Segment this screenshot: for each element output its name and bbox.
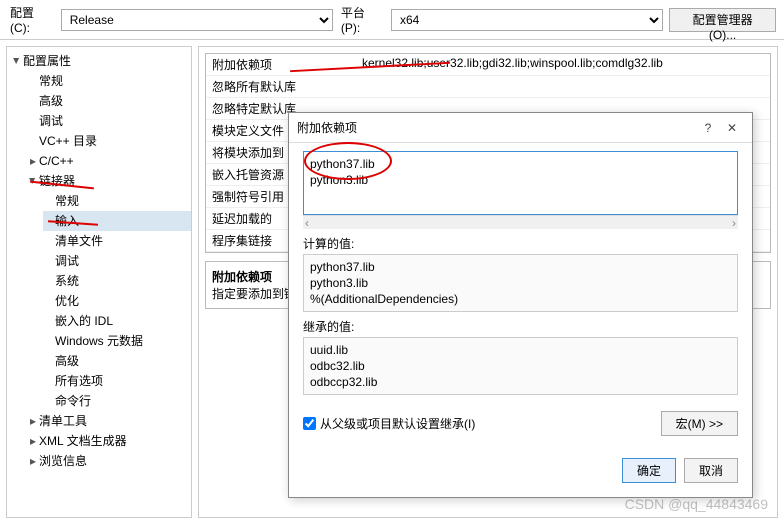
tree-item-label: 调试 xyxy=(39,114,63,128)
inherit-checkbox-label: 从父级或项目默认设置继承(I) xyxy=(320,415,475,432)
tree-item-label: XML 文档生成器 xyxy=(39,434,127,448)
tree-item-label: 输入 xyxy=(55,214,79,228)
property-value[interactable] xyxy=(356,76,770,97)
cancel-button[interactable]: 取消 xyxy=(684,458,738,483)
dialog-body: python37.libpython3.lib ‹› 计算的值: python3… xyxy=(289,143,752,403)
property-name: 忽略所有默认库 xyxy=(206,76,356,97)
tree-item[interactable]: 所有选项 xyxy=(43,371,191,391)
property-tree: 配置属性常规高级调试VC++ 目录C/C++链接器常规输入清单文件调试系统优化嵌… xyxy=(7,51,191,471)
computed-label: 计算的值: xyxy=(303,235,738,252)
tree-item-label: 高级 xyxy=(55,354,79,368)
expand-icon[interactable] xyxy=(27,411,39,431)
tree-item[interactable]: 清单工具 xyxy=(27,411,191,431)
tree-item-label: C/C++ xyxy=(39,154,74,168)
tree-item-label: 优化 xyxy=(55,294,79,308)
dialog-buttons: 确定 取消 xyxy=(289,450,752,497)
tree-item[interactable]: 调试 xyxy=(27,111,191,131)
tree-item-label: Windows 元数据 xyxy=(55,334,143,348)
tree-item-label: 系统 xyxy=(55,274,79,288)
inherit-checkbox[interactable] xyxy=(303,417,316,430)
platform-select[interactable]: x64 xyxy=(391,9,663,31)
tree-item-label: 调试 xyxy=(55,254,79,268)
tree-item-label: 浏览信息 xyxy=(39,454,87,468)
tree-item-label: 链接器 xyxy=(39,174,75,188)
tree-item[interactable]: 高级 xyxy=(27,91,191,111)
dialog-title: 附加依赖项 xyxy=(297,119,696,136)
expand-icon[interactable] xyxy=(27,451,39,471)
expand-icon[interactable] xyxy=(27,171,39,191)
tree-item[interactable]: 系统 xyxy=(43,271,191,291)
list-item: odbccp32.lib xyxy=(310,374,731,390)
tree-item-label: 高级 xyxy=(39,94,63,108)
tree-item-label: 清单文件 xyxy=(55,234,103,248)
tree-item-label: 常规 xyxy=(39,74,63,88)
tree-item-label: 命令行 xyxy=(55,394,91,408)
expand-icon[interactable] xyxy=(27,151,39,171)
tree-item-label: 清单工具 xyxy=(39,414,87,428)
inherited-label: 继承的值: xyxy=(303,318,738,335)
list-item: uuid.lib xyxy=(310,342,731,358)
expand-icon[interactable] xyxy=(27,431,39,451)
property-row[interactable]: 附加依赖项kernel32.lib;user32.lib;gdi32.lib;w… xyxy=(206,54,770,76)
inherit-checkbox-row[interactable]: 从父级或项目默认设置继承(I) xyxy=(303,415,653,432)
tree-item[interactable]: 嵌入的 IDL xyxy=(43,311,191,331)
tree-root-label[interactable]: 配置属性 xyxy=(23,54,71,68)
config-select[interactable]: Release xyxy=(61,9,333,31)
tree-item-label: VC++ 目录 xyxy=(39,134,97,148)
tree-item[interactable]: 优化 xyxy=(43,291,191,311)
computed-values-box: python37.libpython3.lib%(AdditionalDepen… xyxy=(303,254,738,312)
inherited-values-box: uuid.libodbc32.libodbccp32.lib xyxy=(303,337,738,395)
tree-item[interactable]: 调试 xyxy=(43,251,191,271)
tree-item[interactable]: 清单文件 xyxy=(43,231,191,251)
deps-input-textarea[interactable]: python37.libpython3.lib xyxy=(303,151,738,215)
tree-item-label: 嵌入的 IDL xyxy=(55,314,113,328)
list-item: odbc32.lib xyxy=(310,358,731,374)
tree-item[interactable]: 常规 xyxy=(27,71,191,91)
list-item: python37.lib xyxy=(310,156,731,172)
tree-item[interactable]: 输入 xyxy=(43,211,191,231)
tree-item[interactable]: 常规 xyxy=(43,191,191,211)
additional-deps-dialog: 附加依赖项 ? ✕ python37.libpython3.lib ‹› 计算的… xyxy=(288,112,753,498)
list-item: %(AdditionalDependencies) xyxy=(310,291,731,307)
config-manager-button[interactable]: 配置管理器(O)... xyxy=(669,8,776,32)
platform-label: 平台(P): xyxy=(339,4,385,35)
tree-item-label: 所有选项 xyxy=(55,374,103,388)
scrollbar-horizontal[interactable]: ‹› xyxy=(303,215,738,229)
tree-item[interactable]: 浏览信息 xyxy=(27,451,191,471)
ok-button[interactable]: 确定 xyxy=(622,458,676,483)
tree-panel[interactable]: 配置属性常规高级调试VC++ 目录C/C++链接器常规输入清单文件调试系统优化嵌… xyxy=(6,46,192,518)
expand-icon[interactable] xyxy=(11,51,23,71)
tree-item[interactable]: Windows 元数据 xyxy=(43,331,191,351)
tree-item-label: 常规 xyxy=(55,194,79,208)
tree-item[interactable]: C/C++ xyxy=(27,151,191,171)
property-value[interactable]: kernel32.lib;user32.lib;gdi32.lib;winspo… xyxy=(356,54,770,75)
tree-item[interactable]: 命令行 xyxy=(43,391,191,411)
close-icon[interactable]: ✕ xyxy=(720,121,744,135)
help-icon[interactable]: ? xyxy=(696,121,720,135)
list-item: python37.lib xyxy=(310,259,731,275)
config-toolbar: 配置(C): Release 平台(P): x64 配置管理器(O)... xyxy=(0,0,784,40)
config-label: 配置(C): xyxy=(8,4,55,35)
dialog-footer: 从父级或项目默认设置继承(I) 宏(M) >> xyxy=(289,403,752,450)
tree-item[interactable]: 高级 xyxy=(43,351,191,371)
property-row[interactable]: 忽略所有默认库 xyxy=(206,76,770,98)
tree-item[interactable]: VC++ 目录 xyxy=(27,131,191,151)
list-item: python3.lib xyxy=(310,275,731,291)
macro-button[interactable]: 宏(M) >> xyxy=(661,411,738,436)
tree-item[interactable]: 链接器常规输入清单文件调试系统优化嵌入的 IDL Windows 元数据高级所有选… xyxy=(27,171,191,411)
dialog-titlebar: 附加依赖项 ? ✕ xyxy=(289,113,752,143)
tree-item[interactable]: XML 文档生成器 xyxy=(27,431,191,451)
list-item: python3.lib xyxy=(310,172,731,188)
property-name: 附加依赖项 xyxy=(206,54,356,75)
